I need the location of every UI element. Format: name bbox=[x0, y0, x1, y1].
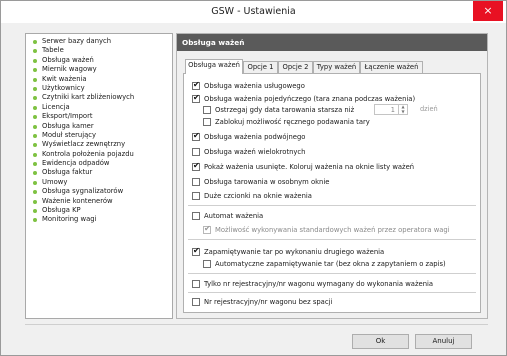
sidebar-item[interactable]: Moduł sterujący bbox=[26, 131, 172, 140]
settings-panel: Obsługa ważeń Obsługa ważeń Opcje 1 Opcj… bbox=[176, 33, 488, 319]
sidebar-item[interactable]: Umowy bbox=[26, 178, 172, 187]
settings-window: GSW - Ustawienia × Serwer bazy danych Ta… bbox=[0, 0, 507, 356]
sidebar-item[interactable]: Kwit ważenia bbox=[26, 75, 172, 84]
bullet-icon bbox=[33, 40, 37, 44]
sidebar-item[interactable]: Tabele bbox=[26, 46, 172, 55]
sidebar-item[interactable]: Kontrola położenia pojazdu bbox=[26, 150, 172, 159]
divider bbox=[188, 292, 476, 293]
cancel-button[interactable]: Anuluj bbox=[415, 334, 472, 349]
bullet-icon bbox=[33, 133, 37, 138]
bullet-icon bbox=[33, 105, 37, 110]
checkbox[interactable] bbox=[192, 246, 200, 256]
bullet-icon bbox=[33, 68, 37, 73]
sidebar-item[interactable]: Ewidencja odpadów bbox=[26, 159, 172, 168]
sidebar-item[interactable]: Czytniki kart zbliżeniowych bbox=[26, 93, 172, 102]
bullet-icon bbox=[33, 77, 37, 82]
checkbox[interactable] bbox=[192, 131, 200, 141]
checkbox[interactable] bbox=[203, 118, 211, 126]
tare-days-unit: dzień bbox=[420, 105, 438, 113]
spinner-arrows-icon[interactable]: ▲ ▼ bbox=[398, 104, 407, 114]
bullet-icon bbox=[33, 171, 37, 176]
bullet-icon bbox=[33, 199, 37, 204]
divider bbox=[188, 239, 476, 240]
sidebar-item[interactable]: Obsługa ważeń bbox=[26, 56, 172, 65]
checkbox[interactable] bbox=[203, 106, 211, 114]
bullet-icon bbox=[33, 209, 37, 214]
checkbox[interactable] bbox=[192, 280, 200, 288]
tab-opcje-2[interactable]: Opcje 2 bbox=[278, 61, 313, 73]
divider bbox=[188, 273, 476, 274]
sidebar-item[interactable]: Użytkownicy bbox=[26, 84, 172, 93]
sidebar-item[interactable]: Obsługa KP bbox=[26, 206, 172, 215]
sidebar-item[interactable]: Ważenie kontenerów bbox=[26, 197, 172, 206]
checkbox[interactable] bbox=[192, 212, 200, 220]
bullet-icon bbox=[33, 49, 37, 54]
checkbox bbox=[203, 224, 211, 234]
bullet-icon bbox=[33, 86, 37, 91]
settings-category-list[interactable]: Serwer bazy danych Tabele Obsługa ważeń … bbox=[25, 33, 173, 319]
tab-laczenie-wazen[interactable]: Łączenie ważeń bbox=[360, 61, 423, 73]
sidebar-item[interactable]: Wyświetlacz zewnętrzny bbox=[26, 140, 172, 149]
tare-days-value: 1 bbox=[390, 106, 395, 114]
close-icon: × bbox=[483, 4, 493, 17]
sidebar-item[interactable]: Miernik wagowy bbox=[26, 65, 172, 74]
checkbox[interactable] bbox=[192, 161, 200, 171]
tab-typy-wazen[interactable]: Typy ważeń bbox=[313, 61, 360, 73]
bullet-icon bbox=[33, 124, 37, 129]
sidebar-item[interactable]: Obsługa sygnalizatorów bbox=[26, 187, 172, 196]
tab-obsluga-wazen[interactable]: Obsługa ważeń bbox=[185, 59, 243, 74]
bullet-icon bbox=[33, 162, 37, 167]
checkbox[interactable] bbox=[192, 192, 200, 200]
bullet-icon bbox=[33, 58, 37, 63]
sidebar-item[interactable]: Obsługa faktur bbox=[26, 168, 172, 177]
bullet-icon bbox=[33, 115, 37, 120]
checkbox[interactable] bbox=[192, 178, 200, 186]
bullet-icon bbox=[33, 143, 37, 148]
ok-button[interactable]: Ok bbox=[352, 334, 409, 349]
tab-opcje-1[interactable]: Opcje 1 bbox=[243, 61, 278, 73]
footer-divider bbox=[25, 324, 488, 325]
close-button[interactable]: × bbox=[473, 1, 503, 21]
tare-days-stepper[interactable]: 1 ▲ ▼ bbox=[374, 104, 408, 115]
checkbox[interactable] bbox=[192, 298, 200, 306]
sidebar-item[interactable]: Eksport/Import bbox=[26, 112, 172, 121]
bullet-icon bbox=[33, 152, 37, 157]
window-title: GSW - Ustawienia bbox=[211, 6, 296, 17]
tab-page: Obsługa ważenia usługowego Obsługa ważen… bbox=[183, 73, 481, 313]
panel-title: Obsługa ważeń bbox=[177, 34, 487, 51]
checkbox[interactable] bbox=[192, 80, 200, 90]
checkbox[interactable] bbox=[203, 260, 211, 268]
bullet-icon bbox=[33, 180, 37, 185]
title-bar: GSW - Ustawienia × bbox=[1, 1, 506, 23]
divider bbox=[188, 205, 476, 206]
sidebar-item[interactable]: Monitoring wagi bbox=[26, 215, 172, 224]
bullet-icon bbox=[33, 218, 37, 223]
checkbox[interactable] bbox=[192, 93, 200, 103]
checkbox[interactable] bbox=[192, 148, 200, 156]
bullet-icon bbox=[33, 96, 37, 101]
sidebar-item[interactable]: Licencja bbox=[26, 103, 172, 112]
sidebar-item[interactable]: Serwer bazy danych bbox=[26, 37, 172, 46]
bullet-icon bbox=[33, 190, 37, 195]
sidebar-item[interactable]: Obsługa kamer bbox=[26, 122, 172, 131]
